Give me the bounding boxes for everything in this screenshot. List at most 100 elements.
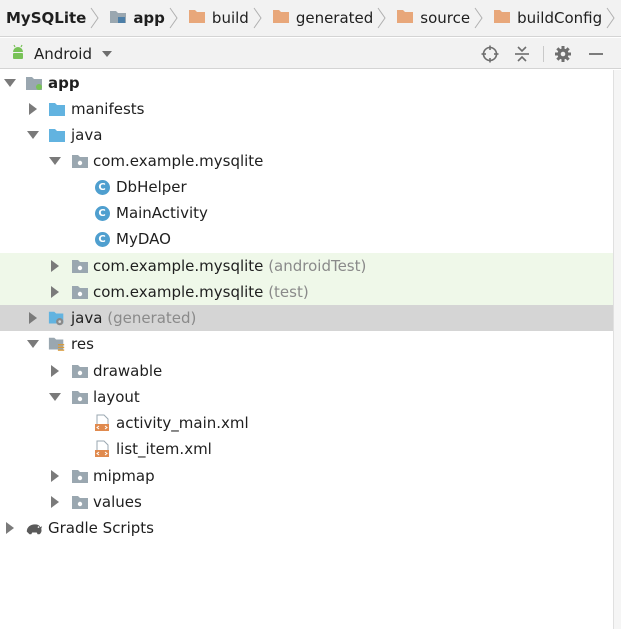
tree-label: mipmap (93, 467, 155, 485)
package-icon (71, 283, 89, 301)
tree-node-list-item-xml[interactable]: list_item.xml (0, 436, 613, 462)
tree-label: res (71, 335, 94, 353)
tree-node-values[interactable]: values (0, 489, 613, 515)
folder-icon (48, 100, 66, 118)
tree-label: MainActivity (116, 204, 208, 222)
chevron-down-icon (102, 50, 112, 57)
tree-label-suffix: (androidTest) (268, 257, 367, 275)
breadcrumb-item-app[interactable]: app (103, 0, 182, 36)
folder-icon (493, 9, 511, 28)
folder-icon (272, 9, 290, 28)
breadcrumb-label: app (133, 9, 165, 27)
tree-label: MyDAO (116, 230, 171, 248)
folder-icon (188, 9, 206, 28)
tree-node-activity-main-xml[interactable]: activity_main.xml (0, 410, 613, 436)
module-folder-icon (25, 74, 43, 92)
expand-arrow[interactable] (27, 338, 39, 350)
class-icon: C (93, 178, 111, 196)
tree-label-suffix: (generated) (107, 309, 197, 327)
android-icon (10, 44, 26, 64)
package-icon (71, 467, 89, 485)
package-icon (71, 493, 89, 511)
tree-node-res[interactable]: res (0, 331, 613, 357)
resources-folder-icon (48, 335, 66, 353)
tree-label: com.example.mysqlite (93, 152, 264, 170)
generated-folder-icon (48, 309, 66, 327)
tree-node-package-test[interactable]: com.example.mysqlite (test) (0, 279, 613, 305)
expand-arrow[interactable] (49, 496, 61, 508)
chevron-right-icon (169, 7, 178, 29)
toolbar-divider (543, 46, 544, 62)
expand-arrow[interactable] (49, 365, 61, 377)
expand-arrow[interactable] (49, 260, 61, 272)
folder-icon (396, 9, 414, 28)
tree-node-mipmap[interactable]: mipmap (0, 463, 613, 489)
settings-button[interactable] (552, 43, 574, 65)
expand-arrow[interactable] (4, 77, 16, 89)
expand-arrow[interactable] (27, 103, 39, 115)
breadcrumb: MySQLite app build generated source buil (0, 0, 621, 37)
expand-arrow[interactable] (49, 391, 61, 403)
project-view-dropdown[interactable]: Android (10, 38, 112, 69)
tree-label: java (generated) (71, 309, 197, 327)
tree-node-package-androidtest[interactable]: com.example.mysqlite (androidTest) (0, 253, 613, 279)
tree-node-manifests[interactable]: manifests (0, 96, 613, 122)
breadcrumb-label: buildConfig (517, 9, 603, 27)
expand-arrow[interactable] (27, 312, 39, 324)
vertical-scrollbar[interactable] (613, 70, 621, 629)
tree-label: java (71, 126, 103, 144)
gear-icon (555, 46, 571, 62)
tree-label: app (48, 74, 80, 92)
tree-node-java-generated[interactable]: java (generated) (0, 305, 613, 331)
package-icon (71, 362, 89, 380)
expand-arrow[interactable] (27, 129, 39, 141)
tree-node-dbhelper[interactable]: C DbHelper (0, 174, 613, 200)
xml-file-icon (93, 414, 111, 432)
breadcrumb-label: generated (295, 9, 374, 27)
breadcrumb-item-buildconfig[interactable]: buildConfig (487, 0, 619, 36)
tree-label: activity_main.xml (116, 414, 249, 432)
breadcrumb-item-build[interactable]: build (182, 0, 266, 36)
expand-arrow[interactable] (49, 286, 61, 298)
breadcrumb-item-source[interactable]: source (390, 0, 487, 36)
folder-icon (48, 126, 66, 144)
module-folder-icon (109, 8, 127, 28)
collapse-all-icon (515, 46, 529, 62)
crosshair-icon (481, 45, 499, 63)
package-icon (71, 152, 89, 170)
breadcrumb-label: build (211, 9, 249, 27)
tree-node-app[interactable]: app (0, 70, 613, 96)
chevron-right-icon (377, 7, 386, 29)
collapse-all-button[interactable] (511, 43, 533, 65)
tree-node-package-main[interactable]: com.example.mysqlite (0, 148, 613, 174)
tree-label: DbHelper (116, 178, 187, 196)
hide-panel-button[interactable] (585, 43, 607, 65)
package-icon (71, 257, 89, 275)
gradle-icon (25, 519, 43, 537)
breadcrumb-item-project[interactable]: MySQLite (0, 0, 103, 36)
expand-arrow[interactable] (4, 522, 16, 534)
tree-node-mainactivity[interactable]: C MainActivity (0, 200, 613, 226)
tree-label: com.example.mysqlite (test) (93, 283, 309, 301)
chevron-right-icon (606, 7, 615, 29)
expand-arrow[interactable] (49, 155, 61, 167)
chevron-right-icon (253, 7, 262, 29)
class-icon: C (93, 204, 111, 222)
breadcrumb-label: source (420, 9, 471, 27)
tree-label: drawable (93, 362, 163, 380)
breadcrumb-item-generated[interactable]: generated (266, 0, 390, 36)
package-icon (71, 388, 89, 406)
tree-node-layout[interactable]: layout (0, 384, 613, 410)
tree-label: layout (93, 388, 140, 406)
tree-node-gradle-scripts[interactable]: Gradle Scripts (0, 515, 613, 541)
tree-node-drawable[interactable]: drawable (0, 358, 613, 384)
tree-label: values (93, 493, 142, 511)
project-toolbar: Android (0, 38, 621, 69)
tree-label: list_item.xml (116, 440, 212, 458)
chevron-right-icon (474, 7, 483, 29)
expand-arrow[interactable] (49, 470, 61, 482)
tree-node-mydao[interactable]: C MyDAO (0, 226, 613, 252)
tree-node-java[interactable]: java (0, 122, 613, 148)
class-icon: C (93, 230, 111, 248)
locate-file-button[interactable] (479, 43, 501, 65)
